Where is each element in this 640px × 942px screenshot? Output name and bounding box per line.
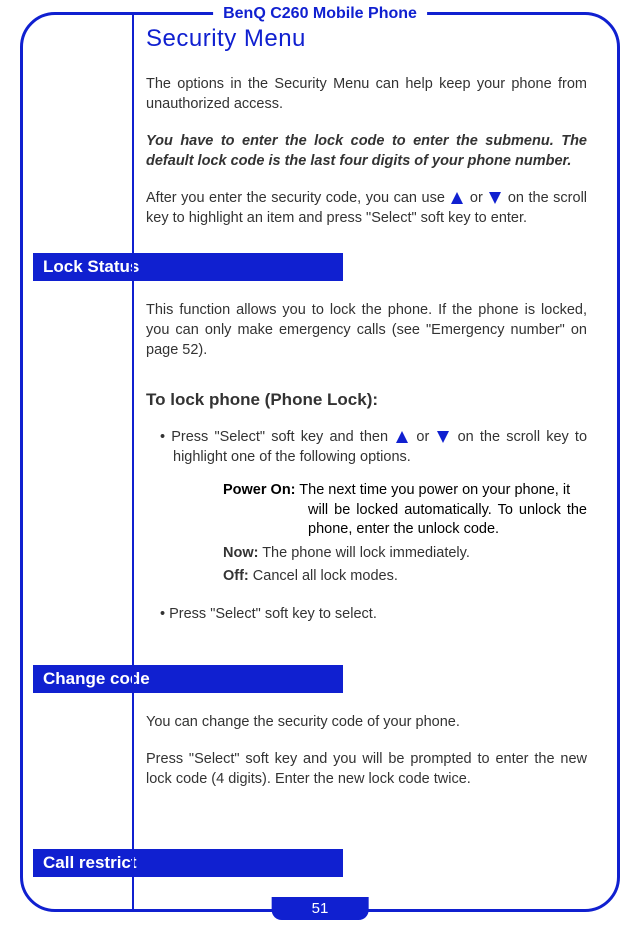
bullet1-pre: • Press "Select" soft key and then bbox=[160, 429, 394, 445]
page-number: 51 bbox=[272, 897, 369, 920]
page-title: Security Menu bbox=[146, 25, 597, 53]
bullet-press-select: • Press "Select" soft key and then or on… bbox=[173, 428, 587, 467]
content-area: Security Menu The options in the Securit… bbox=[23, 15, 617, 877]
instruction-mid: or bbox=[470, 190, 487, 206]
call-restrict-heading: Call restrict bbox=[33, 849, 343, 877]
now-text: The phone will lock immediately. bbox=[258, 545, 469, 561]
bullet1-mid: or bbox=[416, 429, 435, 445]
lock-code-note: You have to enter the lock code to enter… bbox=[146, 132, 587, 171]
lock-phone-subheading: To lock phone (Phone Lock): bbox=[146, 390, 597, 410]
change-code-desc1: You can change the security code of your… bbox=[146, 713, 587, 733]
power-on-continuation: will be locked automatically. To unlock … bbox=[308, 501, 587, 540]
arrow-up-icon bbox=[451, 192, 463, 204]
off-option: Off: Cancel all lock modes. bbox=[223, 567, 587, 587]
lock-status-heading: Lock Status bbox=[33, 253, 343, 281]
off-label: Off: bbox=[223, 568, 249, 584]
power-on-option: Power On: The next time you power on you… bbox=[223, 481, 587, 501]
power-on-text1: The next time you power on your phone, i… bbox=[296, 482, 571, 498]
bullet-select-confirm: • Press "Select" soft key to select. bbox=[173, 605, 587, 625]
change-code-heading: Change code bbox=[33, 665, 343, 693]
vertical-divider bbox=[132, 12, 134, 912]
scroll-instruction: After you enter the security code, you c… bbox=[146, 189, 587, 228]
power-on-label: Power On: bbox=[223, 482, 296, 498]
now-label: Now: bbox=[223, 545, 258, 561]
arrow-down-icon bbox=[489, 192, 501, 204]
instruction-pre: After you enter the security code, you c… bbox=[146, 190, 449, 206]
change-code-desc2: Press "Select" soft key and you will be … bbox=[146, 750, 587, 789]
now-option: Now: The phone will lock immediately. bbox=[223, 544, 587, 564]
product-header: BenQ C260 Mobile Phone bbox=[213, 5, 427, 23]
page-frame: Security Menu The options in the Securit… bbox=[20, 12, 620, 912]
arrow-down-icon bbox=[437, 431, 449, 443]
lock-status-desc: This function allows you to lock the pho… bbox=[146, 301, 587, 360]
intro-text: The options in the Security Menu can hel… bbox=[146, 75, 587, 114]
arrow-up-icon bbox=[396, 431, 408, 443]
off-text: Cancel all lock modes. bbox=[249, 568, 398, 584]
